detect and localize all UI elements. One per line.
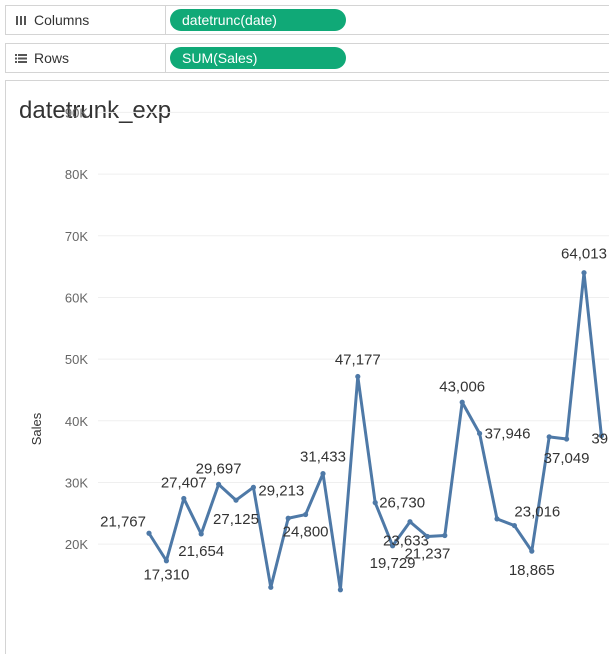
data-label: 29,213 [258,482,304,499]
line-chart: 20K 30K 40K 50K 60K 70K 80K 90K Sales 21,767 17,31… [29,105,609,593]
data-point [511,522,517,529]
data-label: 37,049 [544,450,590,467]
y-tick-label: 50K [65,352,88,367]
y-axis-label: Sales [29,412,44,445]
data-point [250,484,256,490]
data-label: 23,016 [514,504,560,521]
data-point [285,515,291,521]
y-tick-label: 90K [65,105,88,120]
data-label: 21,654 [178,543,224,560]
data-point [355,373,361,380]
data-point [216,481,222,487]
data-label: 31,433 [300,449,346,466]
data-point [529,548,535,554]
data-label: 24,800 [283,524,329,541]
rows-field-pill[interactable]: SUM(Sales) [170,47,346,69]
rows-shelf: Rows SUM(Sales) [5,43,609,73]
y-tick-label: 80K [65,167,88,182]
y-tick-label: 70K [65,229,88,244]
data-point [442,532,448,539]
y-tick-label: 40K [65,414,88,429]
data-label: 17,310 [143,567,189,584]
data-label: 47,177 [335,352,381,369]
data-point [233,497,239,503]
data-point [546,434,552,440]
data-label: 37,946 [485,425,531,442]
rows-icon [15,54,27,63]
data-point [181,495,187,502]
columns-shelf: Columns datetrunc(date) [5,5,609,35]
y-tick-label: 60K [65,290,88,305]
data-label: 21,237 [404,546,450,563]
data-label: 27,125 [213,511,259,528]
columns-field-pill[interactable]: datetrunc(date) [170,9,346,31]
data-point [564,436,570,442]
data-point [163,558,169,564]
data-point [268,584,274,590]
columns-shelf-label-area: Columns [6,6,166,34]
data-point [337,587,343,593]
data-point [424,533,430,540]
y-tick-label: 30K [65,475,88,490]
data-label: 39 [591,431,608,448]
data-point [372,500,378,506]
columns-shelf-label: Columns [34,12,90,28]
rows-shelf-label: Rows [34,50,70,66]
worksheet-view: datetrunk_exp 20K 30K 40K 50K 60K 70K 80K 90K Sa… [5,80,609,654]
y-tick-label: 20K [65,537,88,552]
data-point [198,531,204,537]
data-point [459,399,465,405]
data-point [303,511,309,518]
data-point [320,471,326,477]
data-point [146,530,152,536]
rows-shelf-label-area: Rows [6,44,166,72]
data-point [581,270,587,276]
data-label: 21,767 [100,513,146,530]
data-label: 29,697 [196,460,242,477]
data-point [407,519,413,525]
data-point [477,430,483,437]
data-label: 18,865 [509,562,555,579]
data-label: 64,013 [561,246,607,263]
data-label: 43,006 [439,378,485,395]
data-label: 26,730 [379,495,425,512]
data-point [494,516,500,522]
columns-icon [16,16,26,25]
